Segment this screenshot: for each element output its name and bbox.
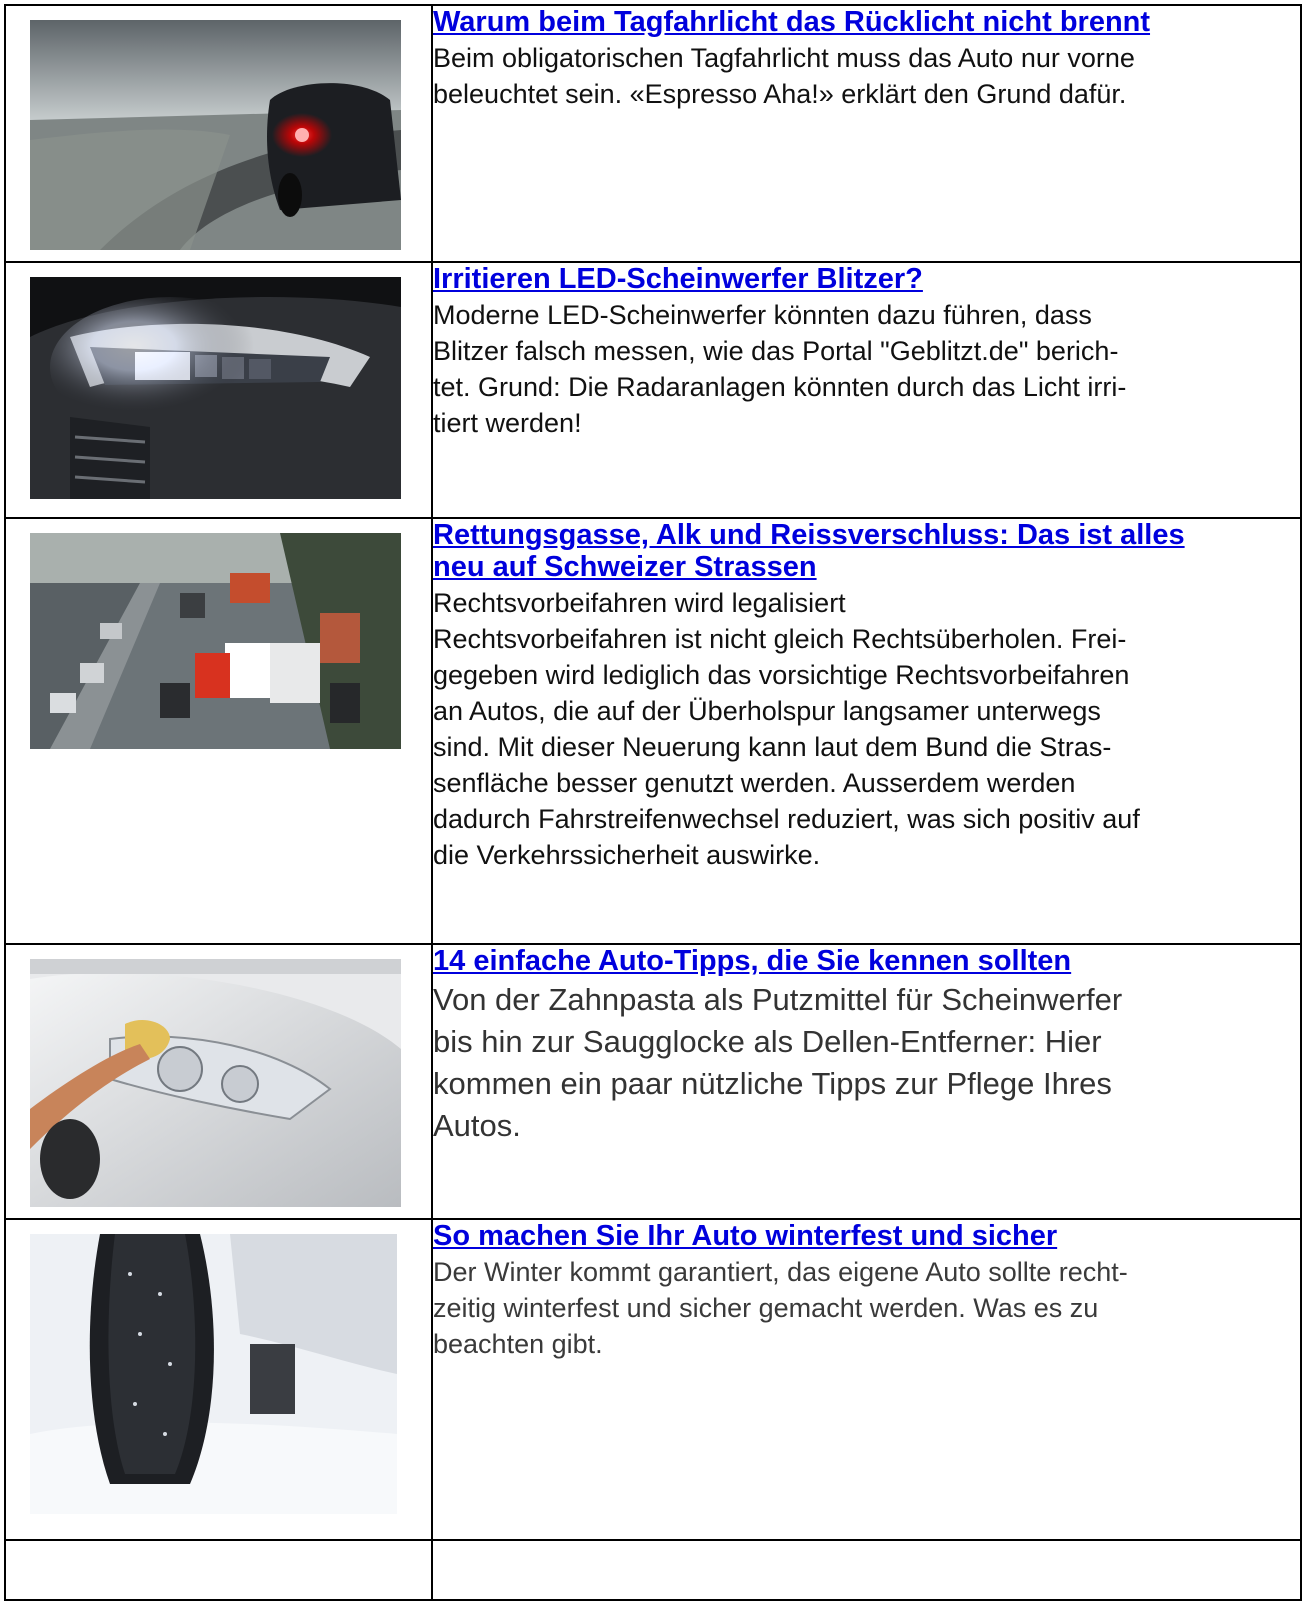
traffic-jam-photo[interactable] xyxy=(30,533,401,749)
article-text-cell: Rettungsgasse, Alk und Reissverschluss: … xyxy=(431,517,1302,945)
article-text-cell: Warum beim Tagfahrlicht das Rücklicht ni… xyxy=(431,4,1302,263)
article-title-link[interactable]: So machen Sie Ihr Auto winterfest und si… xyxy=(433,1220,1057,1252)
description-line: Rechtsvorbeifahren wird legalisiert xyxy=(433,588,846,618)
description-line: Blitzer falsch messen, wie das Portal "G… xyxy=(433,336,1119,366)
article-row: Irritieren LED-Scheinwerfer Blitzer? Mod… xyxy=(4,261,1302,519)
description-line: senfläche besser genutzt werden. Ausserd… xyxy=(433,768,1076,798)
description-line: beachten gibt. xyxy=(433,1329,603,1359)
article-text-cell: 14 einfache Auto-Tipps, die Sie kennen s… xyxy=(431,943,1302,1220)
article-row: 14 einfache Auto-Tipps, die Sie kennen s… xyxy=(4,943,1302,1220)
thumbnail-cell xyxy=(4,943,433,1220)
description-line: bis hin zur Saugglocke als Dellen-Entfer… xyxy=(433,1024,1102,1059)
description-line: sind. Mit dieser Neuerung kann laut dem … xyxy=(433,732,1112,762)
title-line: Rettungsgasse, Alk und Reissverschluss: … xyxy=(433,519,1185,551)
title-line: neu auf Schweizer Strassen xyxy=(433,551,817,583)
winter-tire-photo[interactable] xyxy=(30,1234,397,1514)
article-text-cell: So machen Sie Ihr Auto winterfest und si… xyxy=(431,1218,1302,1541)
thumbnail-cell xyxy=(4,261,433,519)
article-description: Von der Zahnpasta als Putzmittel für Sch… xyxy=(433,979,1300,1147)
description-line: Moderne LED-Scheinwerfer könnten dazu fü… xyxy=(433,300,1092,330)
description-line: kommen ein paar nützliche Tipps zur Pfle… xyxy=(433,1066,1112,1101)
article-description: Rechtsvorbeifahren wird legalisiert Rech… xyxy=(433,585,1300,873)
article-row: So machen Sie Ihr Auto winterfest und si… xyxy=(4,1218,1302,1541)
description-line: an Autos, die auf der Überholspur langsa… xyxy=(433,696,1101,726)
description-line: Von der Zahnpasta als Putzmittel für Sch… xyxy=(433,982,1123,1017)
article-description: Der Winter kommt garantiert, das eigene … xyxy=(433,1254,1300,1362)
article-title-link[interactable]: Irritieren LED-Scheinwerfer Blitzer? xyxy=(433,263,923,295)
description-line: gegeben wird lediglich das vorsichtige R… xyxy=(433,660,1130,690)
article-description: Beim obligatorischen Tagfahrlicht muss d… xyxy=(433,40,1300,112)
article-row: Warum beim Tagfahrlicht das Rücklicht ni… xyxy=(4,4,1302,263)
articles-table: Warum beim Tagfahrlicht das Rücklicht ni… xyxy=(4,4,1302,1601)
description-line: tiert werden! xyxy=(433,408,582,438)
article-row xyxy=(4,1539,1302,1601)
description-line: zeitig winterfest und sicher gemacht wer… xyxy=(433,1293,1099,1323)
thumbnail-cell xyxy=(4,517,433,945)
article-title-link[interactable]: Rettungsgasse, Alk und Reissverschluss: … xyxy=(433,519,1185,583)
article-description: Moderne LED-Scheinwerfer könnten dazu fü… xyxy=(433,297,1300,441)
article-text-cell xyxy=(431,1539,1302,1601)
led-headlight-photo[interactable] xyxy=(30,277,401,499)
description-line: dadurch Fahrstreifenwechsel reduziert, w… xyxy=(433,804,1140,834)
headlight-cleaning-photo[interactable] xyxy=(30,959,401,1207)
thumbnail-cell xyxy=(4,1539,433,1601)
description-line: beleuchtet sein. «Espresso Aha!» erklärt… xyxy=(433,79,1127,109)
description-line: Rechtsvorbeifahren ist nicht gleich Rech… xyxy=(433,624,1127,654)
car-taillight-photo[interactable] xyxy=(30,20,401,250)
thumbnail-cell xyxy=(4,1218,433,1541)
article-row: Rettungsgasse, Alk und Reissverschluss: … xyxy=(4,517,1302,945)
description-line: Beim obligatorischen Tagfahrlicht muss d… xyxy=(433,43,1135,73)
description-line: tet. Grund: Die Radaranlagen könnten dur… xyxy=(433,372,1127,402)
description-line: Autos. xyxy=(433,1108,521,1143)
description-line: Der Winter kommt garantiert, das eigene … xyxy=(433,1257,1128,1287)
article-title-link[interactable]: Warum beim Tagfahrlicht das Rücklicht ni… xyxy=(433,6,1150,38)
description-line: die Verkehrssicherheit auswirke. xyxy=(433,840,821,870)
article-title-link[interactable]: 14 einfache Auto-Tipps, die Sie kennen s… xyxy=(433,945,1071,977)
thumbnail-cell xyxy=(4,4,433,263)
article-text-cell: Irritieren LED-Scheinwerfer Blitzer? Mod… xyxy=(431,261,1302,519)
